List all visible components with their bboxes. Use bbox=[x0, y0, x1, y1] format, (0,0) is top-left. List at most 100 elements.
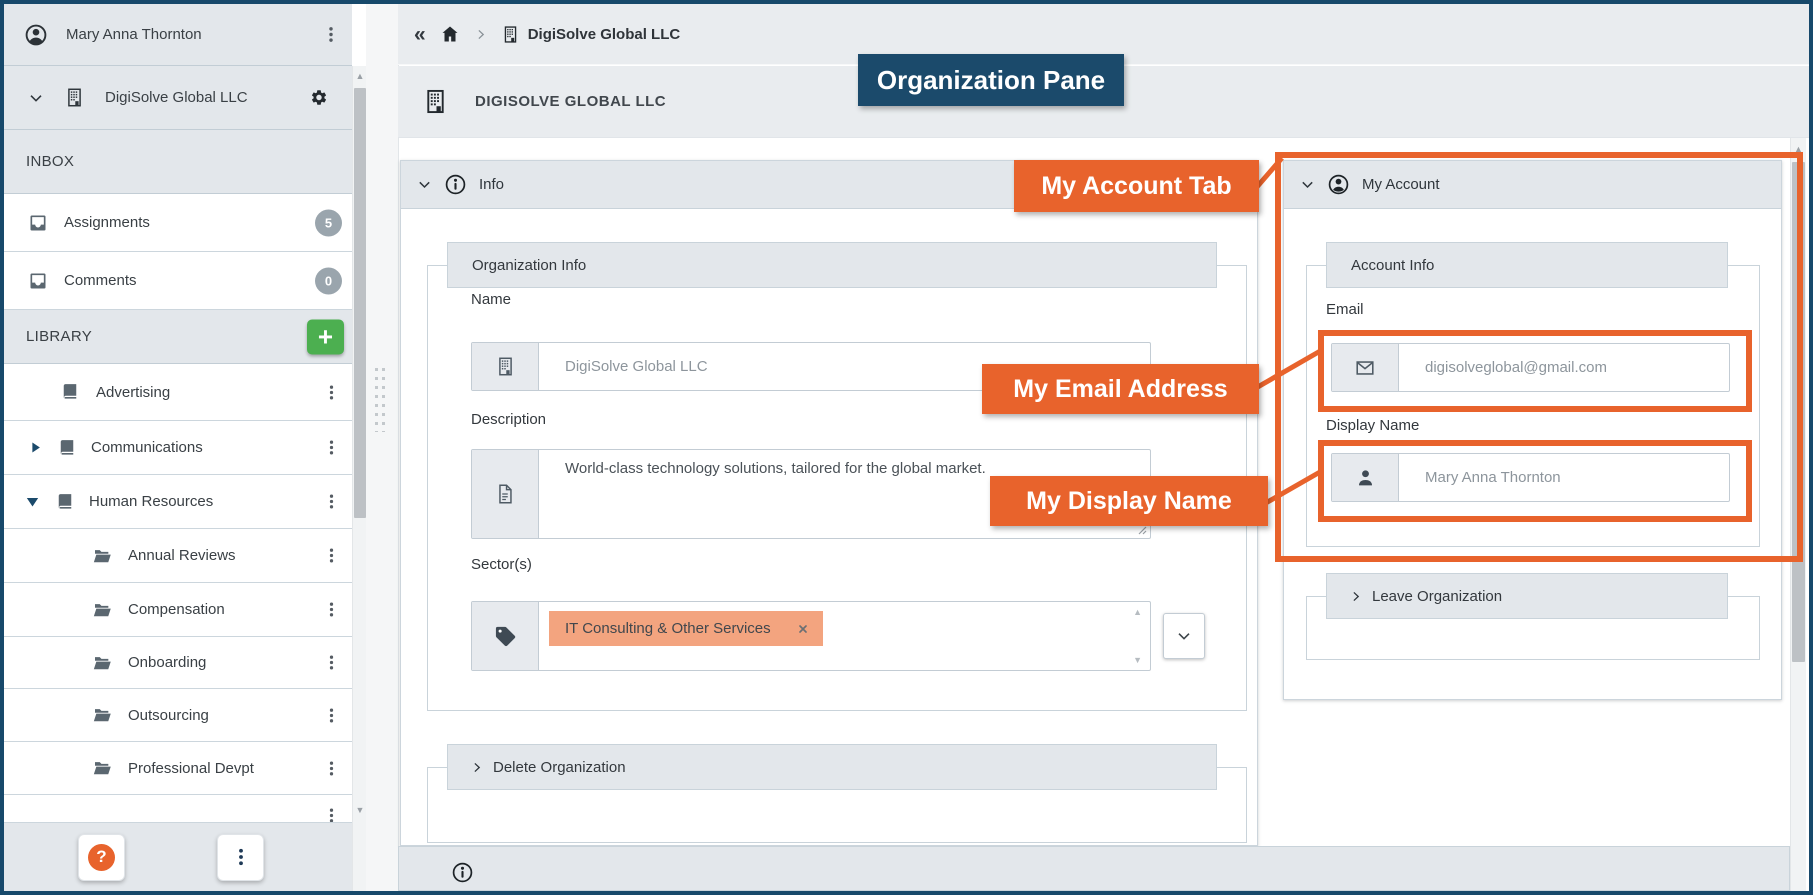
next-section-header-partial[interactable] bbox=[398, 846, 1790, 891]
sidebar-item-label: Outsourcing bbox=[128, 706, 209, 724]
chevron-right-icon bbox=[1349, 590, 1362, 603]
sidebar-item-comments[interactable]: Comments 0 bbox=[4, 252, 352, 310]
delete-organization-header[interactable]: Delete Organization bbox=[447, 744, 1217, 790]
main-scrollbar-thumb[interactable] bbox=[1792, 162, 1805, 662]
kebab-icon bbox=[231, 846, 251, 868]
organization-name: DigiSolve Global LLC bbox=[105, 89, 248, 106]
sidebar-organization-row[interactable]: DigiSolve Global LLC bbox=[4, 66, 352, 130]
add-library-button[interactable]: + bbox=[307, 319, 344, 354]
drag-handle-icon[interactable] bbox=[375, 368, 387, 432]
app-window: Mary Anna Thornton DigiSolve Global LLC … bbox=[0, 0, 1813, 895]
sidebar-item-label: Professional Devpt bbox=[128, 759, 254, 777]
sidebar-item-label: Annual Reviews bbox=[128, 547, 236, 564]
organization-settings-gear-icon[interactable] bbox=[310, 87, 328, 109]
scroll-down-arrow-icon[interactable]: ▼ bbox=[353, 805, 367, 815]
sidebar-item-partial[interactable] bbox=[4, 795, 352, 823]
sidebar-more-button[interactable] bbox=[217, 833, 264, 881]
annotation-my-display-name: My Display Name bbox=[990, 476, 1268, 526]
item-menu-kebab-icon[interactable] bbox=[322, 545, 340, 567]
open-folder-icon bbox=[92, 758, 112, 778]
sidebar-item-label: Comments bbox=[64, 272, 137, 289]
sidebar-item-professional-devpt[interactable]: Professional Devpt bbox=[4, 742, 352, 795]
annotation-label: My Email Address bbox=[1013, 374, 1228, 403]
building-icon bbox=[501, 25, 520, 44]
item-menu-kebab-icon[interactable] bbox=[322, 437, 340, 459]
sidebar-item-compensation[interactable]: Compensation bbox=[4, 583, 352, 637]
chevron-right-icon bbox=[470, 761, 483, 774]
main-scrollbar[interactable]: ▲ bbox=[1790, 138, 1806, 891]
item-menu-kebab-icon[interactable] bbox=[322, 757, 340, 779]
organization-info-group-header: Organization Info bbox=[447, 242, 1217, 288]
account-info-fieldset bbox=[1306, 265, 1760, 547]
scroll-up-arrow-icon[interactable]: ▲ bbox=[1791, 144, 1806, 154]
my-account-panel: My Account Account Info Email Display Na… bbox=[1283, 160, 1782, 700]
my-account-section-header[interactable]: My Account bbox=[1284, 161, 1781, 209]
breadcrumb-separator-icon bbox=[474, 28, 487, 41]
delete-organization-label: Delete Organization bbox=[493, 758, 626, 776]
sidebar-item-label: Advertising bbox=[96, 383, 171, 401]
chevron-down-icon bbox=[417, 177, 432, 192]
inbox-tray-icon bbox=[28, 213, 48, 233]
sidebar-item-label: Onboarding bbox=[128, 654, 207, 671]
annotation-label: My Display Name bbox=[1026, 486, 1232, 515]
sidebar-footer: ? bbox=[4, 823, 352, 891]
open-folder-icon bbox=[92, 705, 112, 725]
scroll-up-arrow-icon[interactable]: ▲ bbox=[353, 71, 367, 81]
item-menu-kebab-icon[interactable] bbox=[322, 381, 340, 403]
info-section-label: Info bbox=[479, 176, 505, 193]
group-header-label: Organization Info bbox=[472, 256, 587, 274]
inbox-section-label: INBOX bbox=[26, 153, 75, 170]
annotation-label: Organization Pane bbox=[876, 64, 1106, 95]
account-info-group-header: Account Info bbox=[1326, 242, 1728, 288]
triangle-expanded-icon[interactable] bbox=[24, 493, 41, 510]
sidebar-user-row[interactable]: Mary Anna Thornton bbox=[4, 4, 352, 66]
home-icon[interactable] bbox=[440, 24, 460, 44]
sidebar-item-annual-reviews[interactable]: Annual Reviews bbox=[4, 529, 352, 583]
person-circle-icon bbox=[1327, 173, 1350, 196]
group-header-label: Account Info bbox=[1351, 256, 1435, 274]
book-icon bbox=[57, 438, 77, 458]
sidebar-item-communications[interactable]: Communications bbox=[4, 421, 352, 475]
sidebar-scrollbar[interactable]: ▲ ▼ bbox=[352, 66, 367, 891]
collapse-pane-chevrons-icon[interactable]: « bbox=[414, 24, 426, 45]
sidebar-item-human-resources[interactable]: Human Resources bbox=[4, 475, 352, 529]
user-avatar-icon bbox=[24, 23, 48, 47]
open-folder-icon bbox=[92, 546, 112, 566]
sidebar-scrollbar-thumb[interactable] bbox=[354, 88, 366, 518]
sidebar-item-label: Human Resources bbox=[89, 493, 214, 510]
my-account-section-label: My Account bbox=[1362, 176, 1440, 193]
user-name: Mary Anna Thornton bbox=[66, 26, 202, 43]
item-menu-kebab-icon[interactable] bbox=[322, 704, 340, 726]
sidebar-item-label: Compensation bbox=[128, 601, 225, 618]
sidebar-item-label: Communications bbox=[91, 439, 203, 456]
annotation-label: My Account Tab bbox=[1041, 171, 1232, 200]
sidebar: Mary Anna Thornton DigiSolve Global LLC … bbox=[4, 4, 352, 891]
item-menu-kebab-icon[interactable] bbox=[322, 652, 340, 674]
item-menu-kebab-icon bbox=[322, 804, 340, 823]
item-menu-kebab-icon[interactable] bbox=[322, 599, 340, 621]
book-icon bbox=[55, 492, 75, 512]
library-section-label: LIBRARY bbox=[26, 328, 93, 345]
triangle-collapsed-icon[interactable] bbox=[28, 440, 43, 455]
annotation-organization-pane: Organization Pane bbox=[858, 54, 1124, 106]
annotation-my-account-tab: My Account Tab bbox=[1014, 160, 1259, 212]
page-title: DIGISOLVE GLOBAL LLC bbox=[475, 93, 667, 110]
item-menu-kebab-icon[interactable] bbox=[322, 491, 340, 513]
leave-organization-label: Leave Organization bbox=[1372, 587, 1503, 605]
pane-resize-gutter[interactable] bbox=[366, 4, 399, 891]
help-button[interactable]: ? bbox=[78, 833, 125, 881]
open-folder-icon bbox=[92, 653, 112, 673]
building-icon bbox=[64, 87, 85, 108]
open-folder-icon bbox=[92, 600, 112, 620]
user-menu-kebab-icon[interactable] bbox=[322, 24, 340, 46]
sidebar-item-onboarding[interactable]: Onboarding bbox=[4, 637, 352, 689]
breadcrumb-current[interactable]: DigiSolve Global LLC bbox=[501, 25, 681, 44]
book-icon bbox=[60, 382, 80, 402]
sidebar-item-outsourcing[interactable]: Outsourcing bbox=[4, 689, 352, 742]
sidebar-item-advertising[interactable]: Advertising bbox=[4, 364, 352, 421]
sidebar-item-assignments[interactable]: Assignments 5 bbox=[4, 194, 352, 252]
chevron-down-icon bbox=[1300, 177, 1315, 192]
sidebar-item-label: Assignments bbox=[64, 214, 150, 231]
leave-organization-header[interactable]: Leave Organization bbox=[1326, 573, 1728, 619]
breadcrumb-label: DigiSolve Global LLC bbox=[527, 25, 681, 43]
